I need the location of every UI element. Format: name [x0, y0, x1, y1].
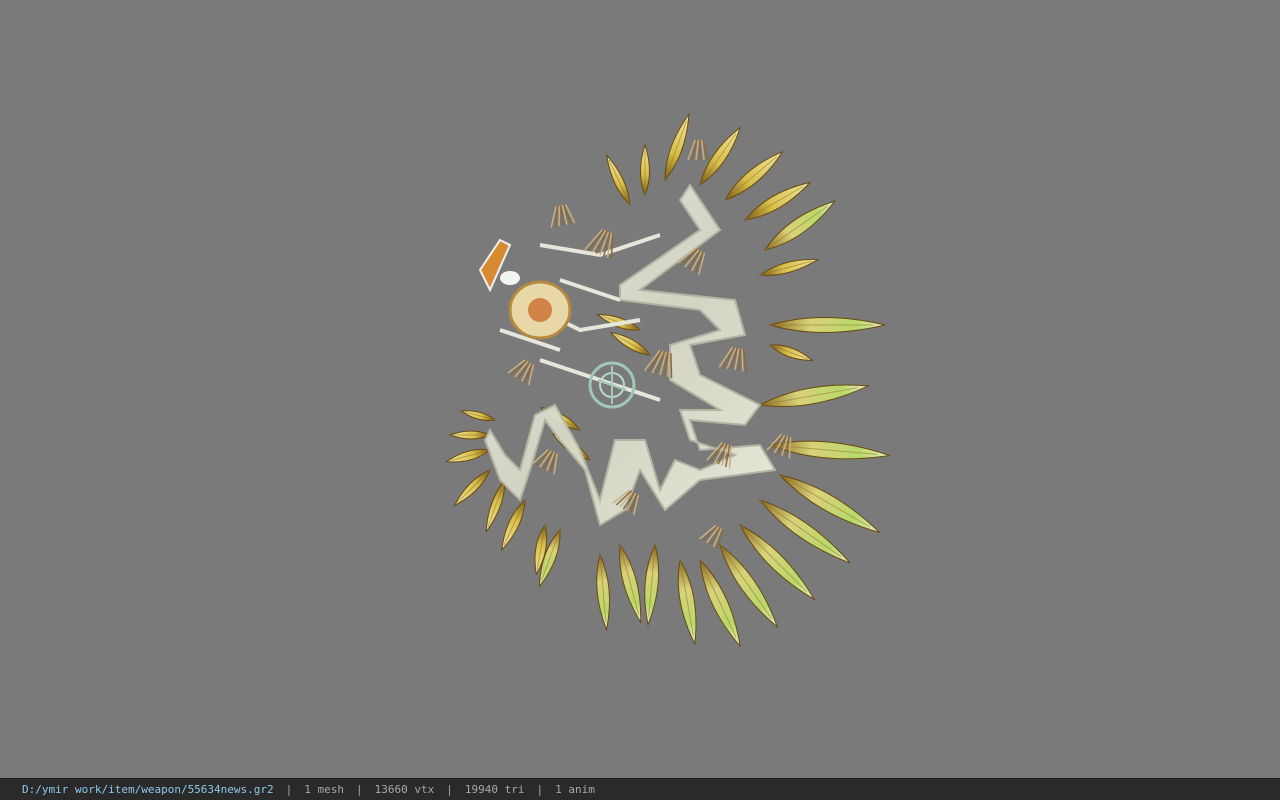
leaf-midrib: [764, 205, 828, 251]
leaf-midrib: [699, 133, 737, 186]
mesh-count: 1 mesh: [304, 783, 345, 796]
leaf-midrib: [503, 499, 526, 546]
spine-fringe: [687, 139, 709, 161]
leaf-midrib: [608, 159, 631, 206]
spine-needle: [742, 349, 748, 373]
spine-fringe: [718, 346, 748, 373]
leaf-midrib: [664, 120, 688, 181]
separator: |: [536, 783, 544, 796]
weapon-model-render: [445, 112, 890, 648]
triangle-count: 19940 tri: [464, 783, 525, 796]
leaf-feathers: [445, 112, 890, 648]
leaf-midrib: [457, 469, 491, 503]
spine-fringe: [507, 359, 535, 386]
3d-viewport[interactable]: [0, 0, 1280, 778]
anim-count: 1 anim: [555, 783, 595, 796]
leaf-midrib: [724, 156, 778, 201]
file-path: D:/ymir work/item/weapon/55634news.gr2: [22, 783, 274, 796]
leaf-midrib: [744, 185, 804, 221]
separator: |: [285, 783, 293, 796]
separator: |: [356, 783, 363, 796]
spine-needle: [647, 350, 663, 373]
leaf-midrib: [614, 334, 651, 356]
separator: |: [446, 783, 453, 796]
spine-fringe: [699, 524, 724, 550]
spine-needle: [718, 346, 734, 368]
vertex-count: 13660 vtx: [374, 783, 435, 796]
leaf-midrib: [487, 479, 506, 527]
spine-fringe: [550, 204, 576, 228]
status-bar: D:/ymir work/item/weapon/55634news.gr2 |…: [0, 778, 1280, 800]
